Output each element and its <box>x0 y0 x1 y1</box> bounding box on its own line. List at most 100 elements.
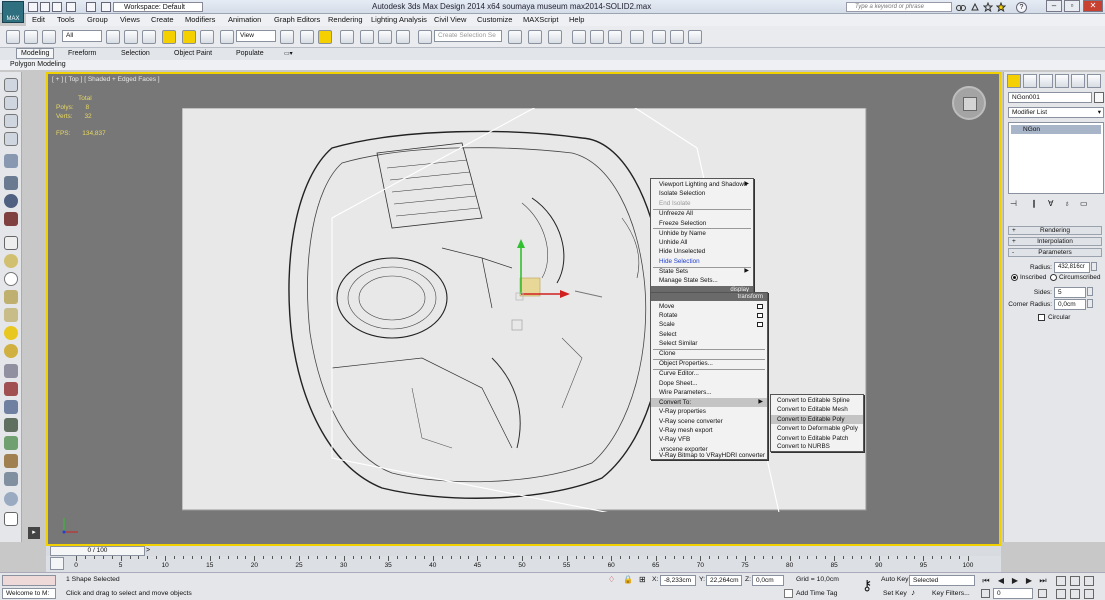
auto-key-button[interactable]: Auto Key <box>881 576 909 583</box>
settings-box-icon[interactable] <box>757 313 763 318</box>
layer-manager-icon[interactable] <box>4 114 18 128</box>
biped-icon[interactable] <box>4 454 18 468</box>
next-frame-icon[interactable]: > <box>146 547 150 554</box>
current-frame-field[interactable]: 0 <box>993 588 1033 599</box>
qm-hide-unselected[interactable]: Hide Unselected <box>651 247 753 256</box>
spinner-snap-icon[interactable] <box>396 30 410 44</box>
configure-sets-icon[interactable]: ▭ <box>1080 199 1090 209</box>
link-icon[interactable] <box>6 30 20 44</box>
help-icon[interactable]: ? <box>1016 2 1027 13</box>
binoculars-icon[interactable] <box>956 2 966 12</box>
menu-create[interactable]: Create <box>151 15 174 24</box>
menu-modifiers[interactable]: Modifiers <box>185 15 215 24</box>
rendered-frame-window-icon[interactable] <box>670 30 684 44</box>
ribbon-tab-object-paint[interactable]: Object Paint <box>170 49 216 58</box>
qm-object-properties[interactable]: Object Properties... <box>651 359 767 368</box>
ribbon-panel-label[interactable]: Polygon Modeling <box>0 60 1105 70</box>
track-bar[interactable]: 0 5 10 15 20 25 30 35 40 45 50 55 60 65 70 75 80 85 90 95 10… <box>46 556 1001 572</box>
qm-isolate-selection[interactable]: Isolate Selection <box>651 189 753 198</box>
qm-vray-bitmap-converter[interactable]: V-Ray Bitmap to VRayHDRI converter <box>651 451 767 460</box>
add-time-tag[interactable]: Add Time Tag <box>796 590 837 597</box>
show-end-result-icon[interactable]: ∥ <box>1032 199 1042 209</box>
pivot-center-icon[interactable] <box>280 30 294 44</box>
object-name-field[interactable]: NGon001 <box>1008 92 1092 103</box>
menu-group[interactable]: Group <box>87 15 108 24</box>
sphere-icon[interactable] <box>4 194 18 208</box>
new-file-icon[interactable] <box>28 2 38 12</box>
qm-convert-to[interactable]: Convert To: ▶ <box>651 397 767 408</box>
ribbon-tab-selection[interactable]: Selection <box>117 49 154 58</box>
crowd-icon[interactable] <box>4 472 18 486</box>
key-filters-button[interactable]: Key Filters... <box>932 590 970 597</box>
pan-view-icon[interactable] <box>1070 589 1080 599</box>
key-mode-dropdown[interactable]: Selected <box>909 575 975 586</box>
menu-customize[interactable]: Customize <box>477 15 512 24</box>
circular-checkbox[interactable] <box>1038 314 1045 321</box>
keyboard-shortcut-override-icon[interactable] <box>318 30 332 44</box>
qm-freeze-selection[interactable]: Freeze Selection <box>651 219 753 228</box>
system-icon[interactable] <box>4 400 18 414</box>
qm-unhide-by-name[interactable]: Unhide by Name <box>651 229 753 238</box>
y-coordinate-field[interactable]: 22,264cm <box>706 575 742 586</box>
snaps-toggle-icon[interactable] <box>340 30 354 44</box>
maximize-button[interactable]: ▫ <box>1064 0 1080 12</box>
radius-spinner[interactable] <box>1091 262 1097 271</box>
remove-modifier-icon[interactable]: ♁ <box>1064 199 1074 209</box>
open-file-icon[interactable] <box>40 2 50 12</box>
render-production-icon[interactable] <box>688 30 702 44</box>
menu-views[interactable]: Views <box>120 15 140 24</box>
z-coordinate-field[interactable]: 0,0cm <box>752 575 784 586</box>
scene-explorer-icon[interactable] <box>4 96 18 110</box>
zoom-all-icon[interactable] <box>1070 576 1080 586</box>
maxscript-mini-listener[interactable]: Welcome to M: <box>2 588 56 599</box>
named-selection-sets-dropdown[interactable]: Create Selection Se <box>434 30 502 42</box>
camera-icon[interactable] <box>4 154 18 168</box>
modifier-list-dropdown[interactable]: Modifier List ▾ <box>1008 107 1104 118</box>
select-and-move-icon[interactable] <box>182 30 196 44</box>
redo-icon[interactable] <box>86 2 96 12</box>
window-crossing-icon[interactable] <box>162 30 176 44</box>
viewport-top[interactable]: [ + ] [ Top ] [ Shaded + Edged Faces ] T… <box>46 72 1001 546</box>
qm-state-sets[interactable]: State Sets ▶ <box>651 267 753 276</box>
orbit-icon[interactable] <box>1084 589 1094 599</box>
add-time-tag-icon[interactable] <box>784 589 793 598</box>
bind-space-warp-icon[interactable] <box>42 30 56 44</box>
circumscribed-radio[interactable] <box>1050 274 1057 281</box>
workspace-dropdown[interactable]: Workspace: Default <box>113 2 203 12</box>
menu-edit[interactable]: Edit <box>32 15 45 24</box>
viewport-label[interactable]: [ + ] [ Top ] [ Shaded + Edged Faces ] <box>52 76 160 83</box>
favorites-icon[interactable] <box>995 1 1007 13</box>
menu-civil-view[interactable]: Civil View <box>434 15 466 24</box>
rotate-view-icon[interactable] <box>4 78 18 92</box>
qm-manage-state-sets[interactable]: Manage State Sets... <box>651 276 753 285</box>
select-and-rotate-icon[interactable] <box>200 30 214 44</box>
render-setup-icon[interactable] <box>652 30 666 44</box>
display-tab-icon[interactable] <box>1071 74 1085 88</box>
menu-animation[interactable]: Animation <box>228 15 261 24</box>
rollout-parameters[interactable]: - Parameters <box>1008 248 1102 257</box>
qm-vray-scene-converter[interactable]: V-Ray scene converter <box>651 417 767 426</box>
qm-hide-selection[interactable]: Hide Selection <box>651 257 753 266</box>
qm-select-similar[interactable]: Select Similar <box>651 339 767 348</box>
key-filter-icon[interactable]: ♪ <box>911 588 921 598</box>
time-configuration-icon[interactable] <box>1038 589 1047 598</box>
material-editor-icon[interactable] <box>630 30 644 44</box>
align-icon[interactable] <box>528 30 542 44</box>
torus-icon[interactable] <box>4 272 18 286</box>
inscribed-radio[interactable] <box>1011 274 1018 281</box>
qm-wire-parameters[interactable]: Wire Parameters... <box>651 388 767 397</box>
schematic-view-icon[interactable] <box>608 30 622 44</box>
ribbon-tab-populate[interactable]: Populate <box>232 49 268 58</box>
save-file-icon[interactable] <box>52 2 62 12</box>
create-tab-icon[interactable] <box>1007 74 1021 88</box>
viewcube-top-face[interactable] <box>963 97 977 111</box>
reference-coordinate-dropdown[interactable]: View <box>236 30 276 42</box>
geosphere-icon[interactable] <box>4 344 18 358</box>
motion-tab-icon[interactable] <box>1055 74 1069 88</box>
plant-icon[interactable] <box>4 418 18 432</box>
edit-named-selection-icon[interactable] <box>418 30 432 44</box>
sides-field[interactable]: 5 <box>1054 287 1086 298</box>
goto-end-icon[interactable]: ⏭ <box>1038 576 1048 586</box>
zoom-extents-icon[interactable] <box>1084 576 1094 586</box>
hierarchy-tab-icon[interactable] <box>1039 74 1053 88</box>
